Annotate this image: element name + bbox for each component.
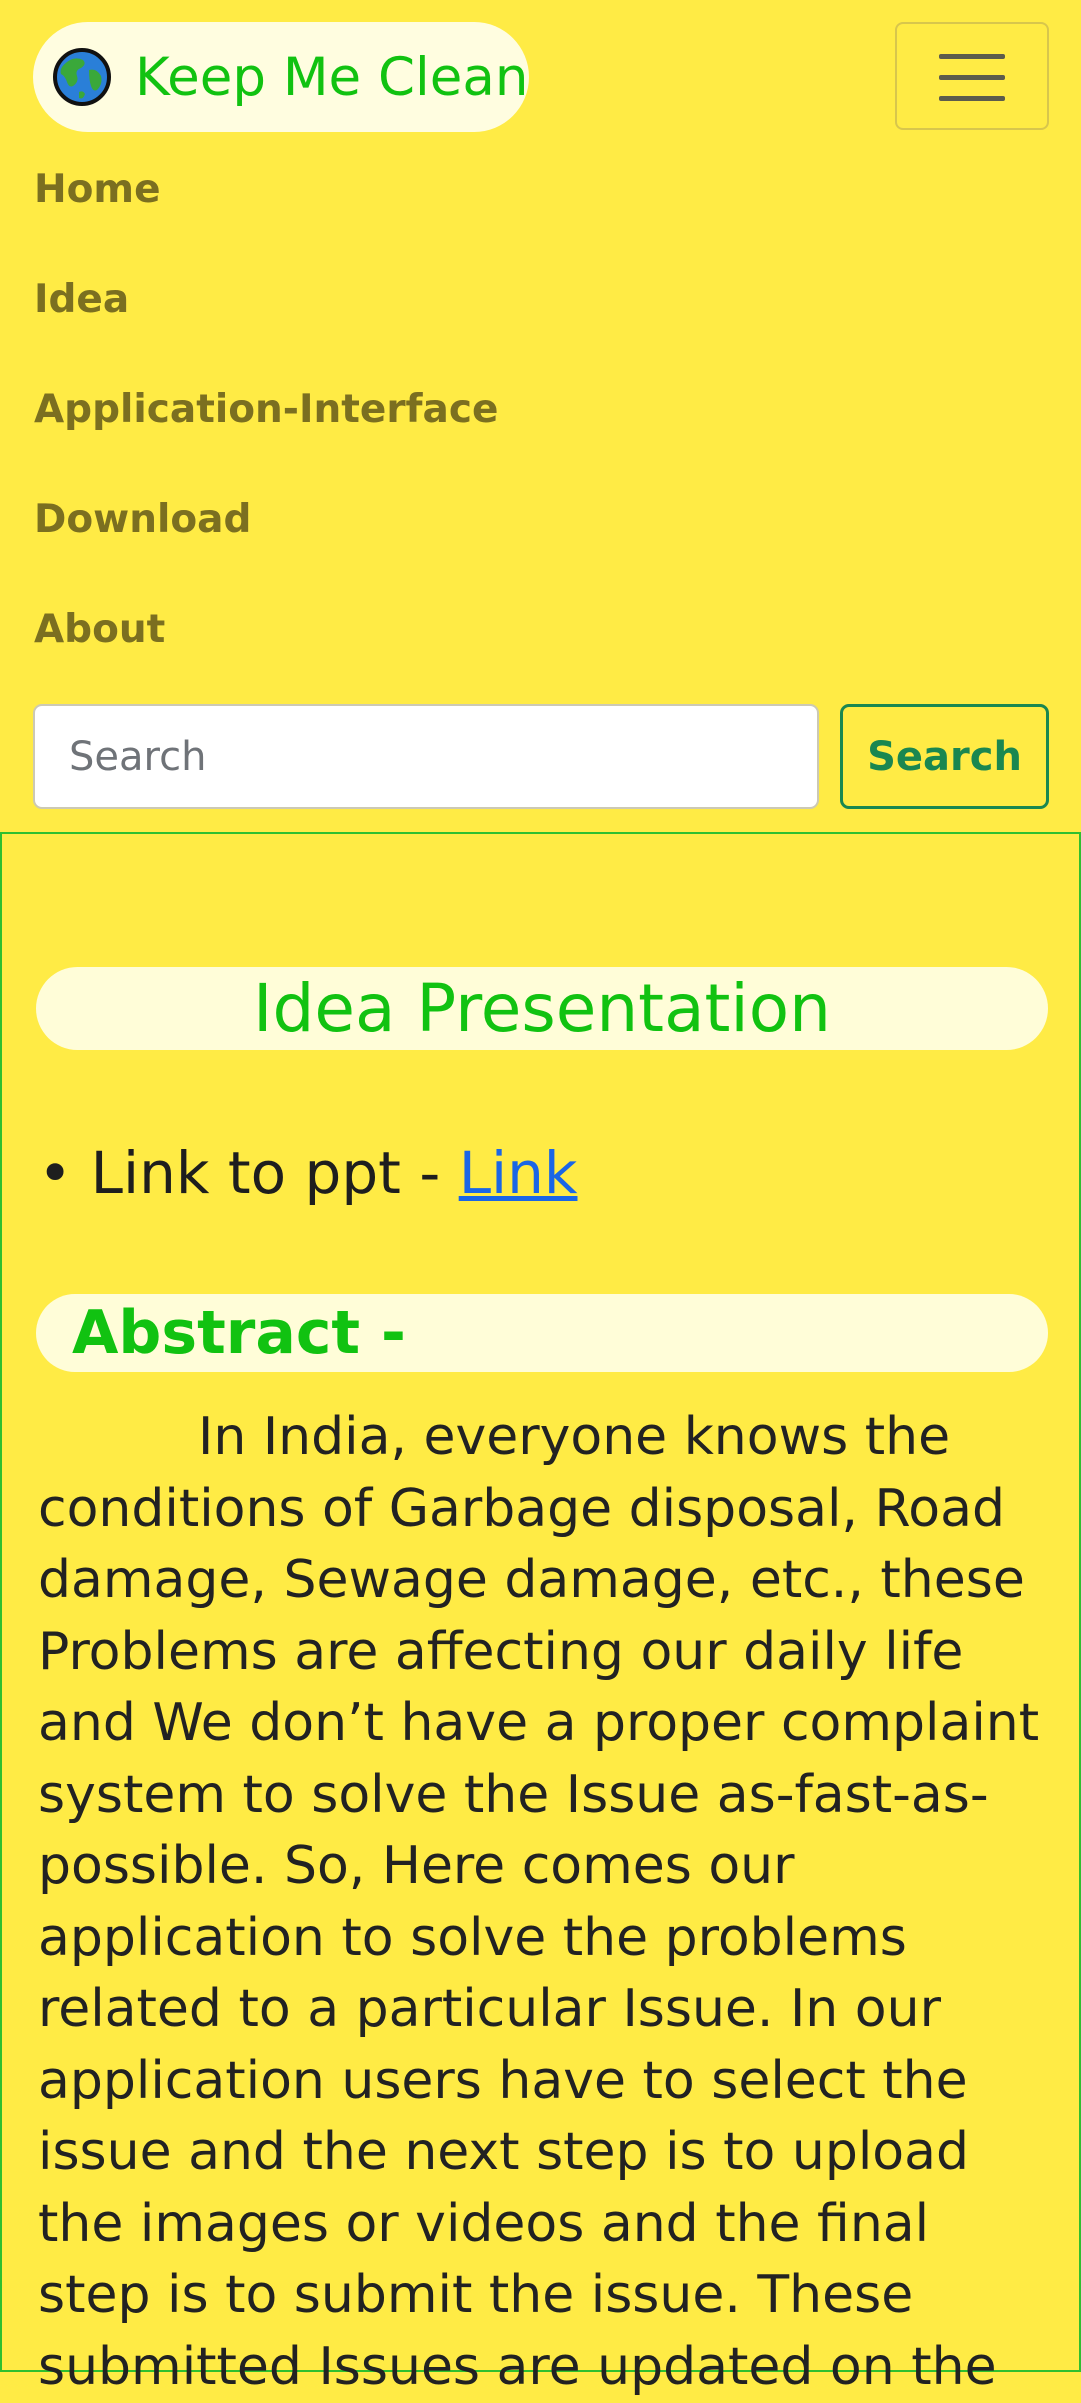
nav-link-download[interactable]: Download (34, 500, 251, 539)
brand-logo-link[interactable]: Keep Me Clean (33, 22, 529, 132)
search-button[interactable]: Search (840, 704, 1049, 809)
page-title: Idea Presentation (253, 969, 831, 1047)
ppt-link-line: • Link to ppt - Link (38, 1144, 577, 1202)
abstract-heading: Abstract - (72, 1298, 406, 1368)
ppt-link-prefix: • Link to ppt - (38, 1139, 459, 1207)
ppt-link[interactable]: Link (459, 1139, 578, 1207)
navbar-toggler-button[interactable] (895, 22, 1049, 130)
main-content: Idea Presentation • Link to ppt - Link A… (0, 832, 1081, 2397)
nav-link-application-interface[interactable]: Application-Interface (34, 390, 498, 429)
abstract-body: In India, everyone knows the conditions … (38, 1407, 1040, 2397)
page-title-banner: Idea Presentation (36, 967, 1048, 1050)
globe-icon (53, 48, 111, 106)
abstract-heading-banner: Abstract - (36, 1294, 1048, 1372)
nav-link-home[interactable]: Home (34, 170, 161, 209)
search-input[interactable] (33, 704, 819, 809)
brand-name: Keep Me Clean (135, 46, 529, 108)
nav-link-about[interactable]: About (34, 610, 165, 649)
navbar: Keep Me Clean Home Idea Application-Inte… (0, 0, 1081, 832)
nav-link-idea[interactable]: Idea (34, 280, 129, 319)
